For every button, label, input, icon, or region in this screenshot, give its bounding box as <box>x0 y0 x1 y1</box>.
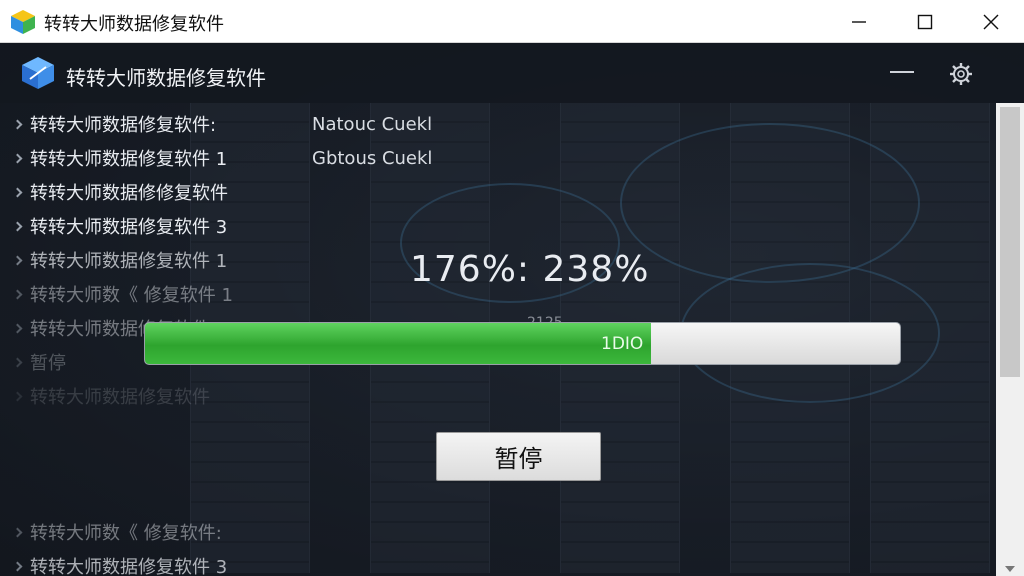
pause-button[interactable]: 暂停 <box>436 432 601 481</box>
app-body: 转转大师数据修复软件 转转大师数据修复软件: Natouc Cuekl 转转大师… <box>0 43 1024 576</box>
chevron-right-icon <box>12 323 23 333</box>
chevron-right-icon <box>12 153 23 163</box>
list-item[interactable]: 转转大师数据修复软件 <box>12 384 210 408</box>
gear-icon[interactable] <box>948 61 974 87</box>
window-titlebar[interactable]: 转转大师数据修复软件 <box>0 0 1024 43</box>
list-item-label: 转转大师数据修复软件 1 <box>30 149 228 170</box>
vertical-scrollbar[interactable] <box>996 103 1024 576</box>
minimize-button[interactable] <box>826 0 892 43</box>
list-item[interactable]: 转转大师数据修复软件 3 <box>12 214 228 238</box>
app-title: 转转大师数据修复软件 <box>66 66 266 90</box>
list-item-label: 转转大师数据修复软件: <box>30 115 217 136</box>
maximize-icon <box>917 14 933 29</box>
list-item-label: 转转大师数据修修复软件 <box>30 183 228 204</box>
app-cube-icon <box>11 10 35 34</box>
scrollbar-thumb[interactable] <box>1000 107 1020 377</box>
list-item[interactable]: 转转大师数《 修复软件 1 <box>12 282 233 306</box>
progress-bar-label: 1DIO <box>601 334 644 354</box>
list-item-label: 转转大师数《 修复软件 1 <box>30 285 233 306</box>
minimize-icon <box>852 20 866 23</box>
chevron-right-icon <box>12 221 23 231</box>
list-item[interactable]: 转转大师数据修修复软件 <box>12 180 228 204</box>
list-item-label: 转转大师数《 修复软件: <box>30 523 222 544</box>
progress-fill <box>145 323 651 364</box>
list-item[interactable]: 转转大师数据修复软件 3 <box>12 554 228 576</box>
progress-bar: 1DIO <box>144 322 901 365</box>
list-item-value: Natouc Cuekl <box>312 113 433 135</box>
window-title: 转转大师数据修复软件 <box>44 14 224 35</box>
chevron-right-icon <box>12 527 23 537</box>
chevron-right-icon <box>12 391 23 401</box>
chevron-right-icon <box>12 119 23 129</box>
list-item[interactable]: 转转大师数《 修复软件: <box>12 520 222 544</box>
chevron-right-icon <box>12 357 23 367</box>
app-header: 转转大师数据修复软件 <box>0 43 1024 103</box>
maximize-button[interactable] <box>892 0 958 43</box>
list-item[interactable]: 暂停 <box>12 350 66 374</box>
list-item-label: 暂停 <box>30 353 66 374</box>
scroll-down-icon[interactable] <box>1005 566 1015 572</box>
app-cube-icon <box>22 57 54 89</box>
chevron-right-icon <box>12 187 23 197</box>
background-cable <box>620 123 920 283</box>
list-item[interactable]: 转转大师数据修复软件: Natouc Cuekl <box>12 112 432 136</box>
progress-percent-text: 176%: 238% <box>410 249 650 290</box>
list-item-label: 转转大师数据修复软件 3 <box>30 217 228 238</box>
minimize-icon[interactable] <box>890 71 914 73</box>
list-item[interactable]: 转转大师数据修复软件 1 <box>12 248 228 272</box>
chevron-right-icon <box>12 255 23 265</box>
chevron-right-icon <box>12 289 23 299</box>
list-item-label: 转转大师数据修复软件 <box>30 387 210 408</box>
list-item-label: 转转大师数据修复软件 1 <box>30 251 228 272</box>
close-button[interactable] <box>958 0 1024 43</box>
list-item-value: Gbtous Cuekl <box>312 147 433 169</box>
list-item[interactable]: 转转大师数据修复软件 1 Gbtous Cuekl <box>12 146 432 170</box>
close-icon <box>983 14 999 29</box>
list-item-label: 转转大师数据修复软件 3 <box>30 557 228 576</box>
chevron-right-icon <box>12 561 23 571</box>
